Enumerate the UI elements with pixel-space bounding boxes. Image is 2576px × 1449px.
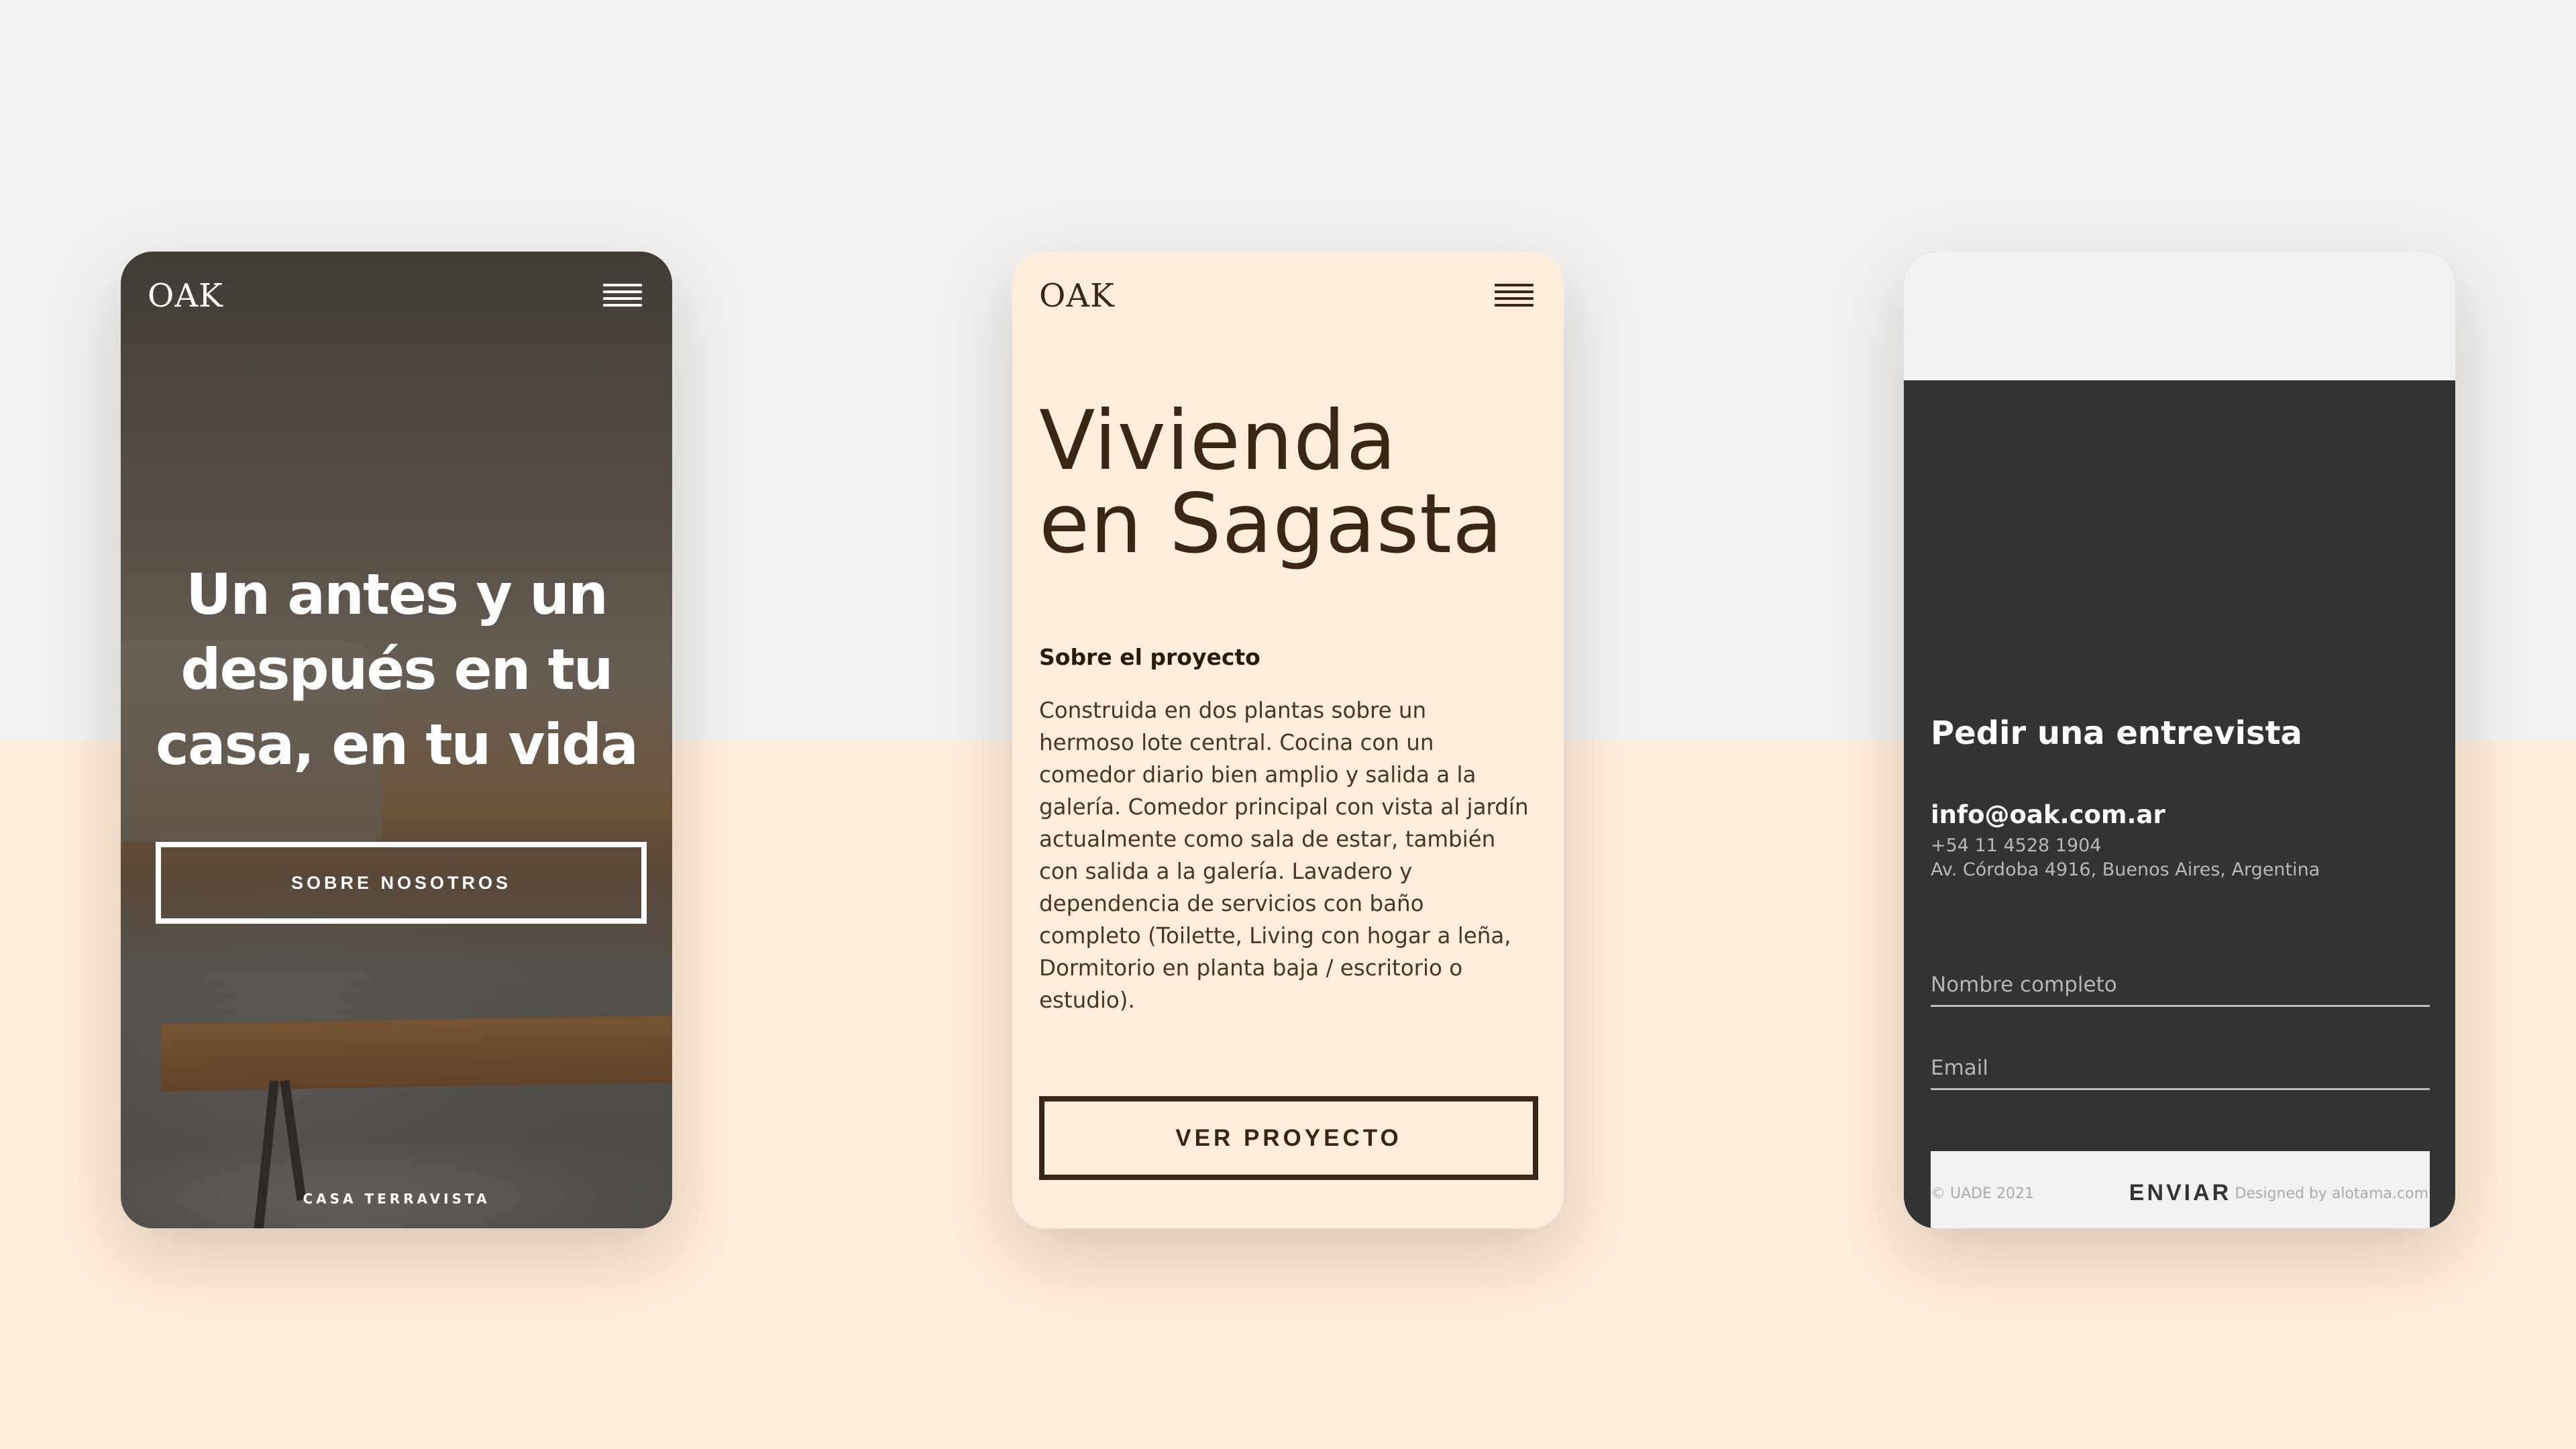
mobile-screen-contact: Pedir una entrevista info@oak.com.ar +54… <box>1904 252 2455 1228</box>
mobile-screen-home: OAK Un antes y un después en tu casa, en… <box>121 252 672 1228</box>
section-subtitle: Sobre el proyecto <box>1039 644 1260 670</box>
name-field <box>1931 964 2430 1007</box>
description-line: comedor diario bien amplio y salida a la <box>1039 762 1477 788</box>
project-caption: CASA TERRAVISTA <box>303 1191 490 1207</box>
description-line: Dormitorio en planta baja / escritorio o <box>1039 955 1463 981</box>
contact-phone[interactable]: +54 11 4528 1904 <box>1931 835 2102 856</box>
description-line: Construida en dos plantas sobre un <box>1039 698 1427 723</box>
email-input[interactable] <box>1931 1047 2430 1088</box>
description-line: hermoso lote central. Cocina con un <box>1039 730 1434 755</box>
description-line: galería. Comedor principal con vista al … <box>1039 794 1529 820</box>
view-project-button[interactable]: VER PROYECTO <box>1039 1096 1538 1180</box>
contact-email[interactable]: info@oak.com.ar <box>1931 800 2165 829</box>
logo[interactable]: OAK <box>1039 277 1115 315</box>
project-title-line: en Sagasta <box>1039 476 1503 572</box>
contact-heading: Pedir una entrevista <box>1931 714 2302 752</box>
description-line: con salida a la galería. Lavadero y <box>1039 859 1413 884</box>
copyright-text: © UADE 2021 <box>1931 1185 2034 1202</box>
mobile-screen-project: OAK Vivienda en Sagasta Sobre el proyect… <box>1012 252 1564 1228</box>
description-line: completo (Toilette, Living con hogar a l… <box>1039 923 1511 949</box>
hero-heading: Un antes y un después en tu casa, en tu … <box>141 557 652 782</box>
project-description: Construida en dos plantas sobre un hermo… <box>1039 694 1549 1016</box>
logo[interactable]: OAK <box>148 277 223 315</box>
project-title: Vivienda en Sagasta <box>1039 399 1503 566</box>
project-title-line: Vivienda <box>1039 393 1397 488</box>
hero-line: después en tu <box>180 637 613 702</box>
email-field <box>1931 1047 2430 1090</box>
top-bar <box>1904 252 2455 380</box>
hamburger-icon[interactable] <box>1495 284 1534 312</box>
designer-credit-link[interactable]: Designed by alotama.com <box>2235 1185 2428 1202</box>
description-line: dependencia de servicios con baño <box>1039 891 1424 916</box>
hero-line: casa, en tu vida <box>156 712 639 777</box>
name-input[interactable] <box>1931 964 2430 1005</box>
hamburger-icon[interactable] <box>603 284 642 312</box>
contact-address: Av. Córdoba 4916, Buenos Aires, Argentin… <box>1931 859 2320 880</box>
about-us-button[interactable]: SOBRE NOSOTROS <box>156 842 647 924</box>
description-line: actualmente como sala de estar, también <box>1039 826 1496 852</box>
hero-line: Un antes y un <box>186 561 608 627</box>
description-line: estudio). <box>1039 987 1135 1013</box>
